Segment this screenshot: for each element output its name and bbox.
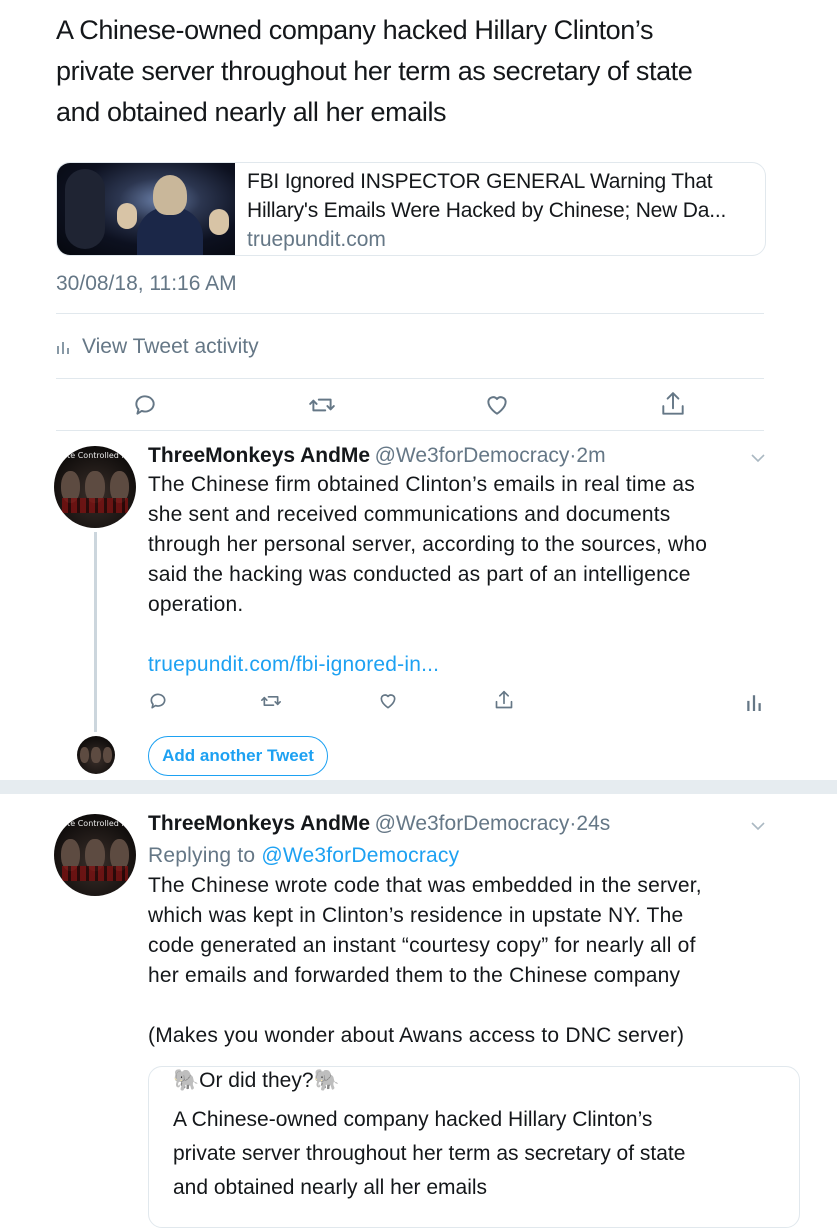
card-title: Hillary's Emails Were Hacked by Chinese;…: [247, 199, 727, 222]
like-icon: [380, 694, 396, 709]
quote-body: A Chinese-owned company hacked Hillary C…: [173, 1103, 773, 1205]
tweet-body: The Chinese wrote code that was embedded…: [148, 871, 828, 991]
display-name[interactable]: ThreeMonkeys AndMe: [148, 812, 370, 835]
share-button[interactable]: [494, 689, 514, 711]
retweet-icon: [261, 696, 281, 706]
view-activity-link[interactable]: View Tweet activity: [56, 332, 259, 362]
add-another-tweet-button[interactable]: Add another Tweet: [148, 736, 328, 776]
tweet-line: The Chinese firm obtained Clinton’s emai…: [148, 473, 695, 496]
avatar[interactable]: State Controlled Media: [54, 446, 136, 528]
divider: [56, 378, 764, 379]
tweet-time[interactable]: 2m: [576, 444, 605, 467]
tweet-line: through her personal server, according t…: [148, 533, 708, 556]
reply-icon: [150, 693, 166, 709]
tweet-timestamp: 30/08/18, 11:16 AM: [56, 272, 237, 295]
main-tweet-text: A Chinese-owned company hacked Hillary C…: [56, 10, 816, 133]
tweet-line: code generated an instant “courtesy copy…: [148, 934, 696, 957]
divider: [56, 430, 764, 431]
reply-button[interactable]: [148, 691, 168, 711]
quote-line: private server throughout her term as se…: [173, 1142, 686, 1165]
card-title: FBI Ignored INSPECTOR GENERAL Warning Th…: [247, 170, 713, 193]
share-icon: [662, 392, 684, 415]
thread-line: [94, 532, 97, 732]
tweet-line: operation.: [148, 593, 244, 616]
main-tweet-line: private server throughout her term as se…: [56, 56, 693, 86]
tweet-time[interactable]: 24s: [576, 812, 610, 835]
replying-handle[interactable]: @We3forDemocracy: [261, 844, 459, 867]
tweet-aside: (Makes you wonder about Awans access to …: [148, 1024, 685, 1047]
tweet-line: her emails and forwarded them to the Chi…: [148, 964, 681, 987]
like-button[interactable]: [484, 392, 510, 418]
tweet-line: she sent and received communications and…: [148, 503, 671, 526]
avatar[interactable]: State Controlled Media: [54, 814, 136, 896]
like-button[interactable]: [378, 691, 398, 711]
card-domain: truepundit.com: [247, 228, 386, 251]
tweet-body: The Chinese firm obtained Clinton’s emai…: [148, 470, 828, 620]
link-card[interactable]: FBI Ignored INSPECTOR GENERAL Warning Th…: [56, 162, 766, 256]
divider: [56, 313, 764, 314]
quoted-tweet[interactable]: 🐘Or did they?🐘 A Chinese-owned company h…: [148, 1066, 800, 1228]
analytics-icon: [747, 695, 761, 711]
user-handle[interactable]: @We3forDemocracy: [375, 812, 570, 835]
tweet-line: The Chinese wrote code that was embedded…: [148, 874, 702, 897]
section-separator: [0, 780, 837, 794]
analytics-icon: [56, 340, 70, 354]
chevron-down-icon[interactable]: [750, 452, 766, 464]
share-icon: [495, 690, 513, 709]
share-button[interactable]: [660, 390, 686, 418]
user-handle[interactable]: @We3forDemocracy: [375, 444, 570, 467]
quote-header: 🐘Or did they?🐘: [173, 1069, 340, 1092]
main-tweet-line: and obtained nearly all her emails: [56, 97, 447, 127]
tweet-line: said the hacking was conducted as part o…: [148, 563, 691, 586]
replying-prefix: Replying to: [148, 844, 256, 867]
reply-button[interactable]: [132, 392, 158, 418]
reply-icon: [135, 395, 155, 415]
tweet-header: ThreeMonkeys AndMe @We3forDemocracy·2m: [148, 444, 606, 468]
card-thumbnail: [57, 163, 235, 255]
view-activity-label: View Tweet activity: [82, 335, 259, 358]
main-tweet-line: A Chinese-owned company hacked Hillary C…: [56, 15, 654, 45]
chevron-down-icon[interactable]: [750, 820, 766, 832]
like-icon: [487, 396, 507, 415]
tweet-line: which was kept in Clinton’s residence in…: [148, 904, 684, 927]
retweet-button[interactable]: [260, 691, 282, 711]
retweet-icon: [309, 398, 335, 412]
replying-to: Replying to @We3forDemocracy: [148, 841, 459, 871]
retweet-button[interactable]: [308, 392, 336, 418]
analytics-button[interactable]: [746, 693, 762, 711]
tweet-header: ThreeMonkeys AndMe @We3forDemocracy·24s: [148, 812, 610, 836]
quote-line: A Chinese-owned company hacked Hillary C…: [173, 1108, 653, 1131]
display-name[interactable]: ThreeMonkeys AndMe: [148, 444, 370, 467]
tweet-link[interactable]: truepundit.com/fbi-ignored-in...: [148, 650, 439, 680]
avatar-caption: State Controlled Media: [54, 818, 136, 828]
composer-avatar: [77, 736, 115, 774]
avatar-caption: State Controlled Media: [54, 450, 136, 460]
